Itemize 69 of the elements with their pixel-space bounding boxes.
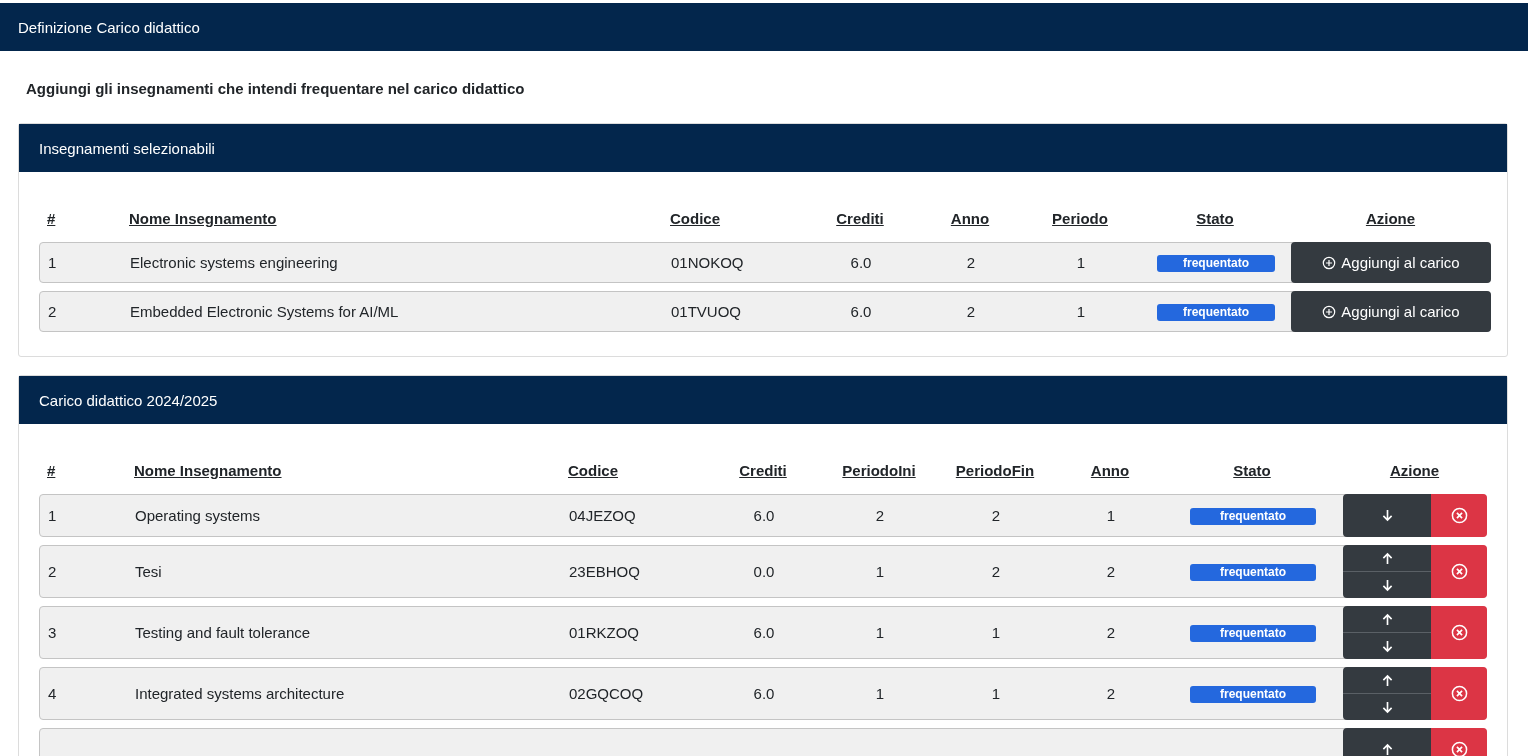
status-badge: frequentato [1157, 255, 1275, 272]
table-cell-text: 1 [1075, 303, 1087, 320]
column-header[interactable]: Stato [1140, 209, 1290, 227]
table-cell-text: 6.0 [849, 303, 873, 320]
table-cell-text: 02GQCOQ [569, 685, 645, 702]
table-cell-text: 2 [1105, 563, 1117, 580]
table-cell-text: 01RKZOQ [569, 624, 641, 641]
column-header[interactable]: Codice [670, 209, 800, 227]
page-title: Definizione Carico didattico [18, 18, 200, 36]
status-badge: frequentato [1190, 625, 1316, 642]
table-cell-text: Embedded Electronic Systems for AI/ML [130, 303, 400, 320]
table-cell-text: 2 [874, 507, 886, 524]
table-cell-text: 2 [965, 254, 977, 271]
table-cell-text: 1 [990, 685, 1002, 702]
table-cell-text: 2 [1105, 685, 1117, 702]
card-title: Carico didattico 2024/2025 [39, 391, 218, 409]
table-cell-text: 2 [1105, 624, 1117, 641]
table-cell-text: 3 [47, 624, 58, 641]
table-cell-text: 2 [965, 303, 977, 320]
column-header[interactable]: Anno [1058, 461, 1162, 479]
table-cell-text: 23EBHOQ [569, 563, 641, 580]
table-cell-text: 2 [47, 563, 58, 580]
table-cell-text: 6.0 [752, 507, 776, 524]
column-header[interactable]: Azione [1342, 461, 1487, 479]
table-cell-text: 6.0 [752, 624, 776, 641]
table-cell-text: 1 [47, 507, 58, 524]
table-cell-text: 01NOKOQ [671, 254, 745, 271]
table-cell-text: Testing and fault tolerance [135, 624, 312, 641]
table-cell-text: 1 [47, 254, 58, 271]
table-cell-text: 2 [990, 563, 1002, 580]
status-badge: frequentato [1190, 686, 1316, 703]
table-cell-text: 4 [47, 685, 58, 702]
table-cell-text: 1 [990, 624, 1002, 641]
intro-text: Aggiungi gli insegnamenti che intendi frequentare nel carico didattico [26, 79, 526, 99]
status-badge: frequentato [1190, 564, 1316, 581]
column-header[interactable]: Nome Insegnamento [134, 461, 568, 479]
table-cell-text: 0.0 [752, 563, 776, 580]
table-cell-text: 2 [990, 507, 1002, 524]
column-header[interactable]: Crediti [700, 461, 826, 479]
column-header[interactable]: Nome Insegnamento [129, 209, 670, 227]
column-header[interactable]: # [39, 461, 134, 479]
add-button[interactable]: Aggiungi al carico [1291, 242, 1491, 283]
table-cell-text: Tesi [135, 563, 163, 580]
column-header[interactable]: Stato [1162, 461, 1342, 479]
status-badge: frequentato [1157, 304, 1275, 321]
table-cell-text: Integrated systems architecture [135, 685, 346, 702]
column-header[interactable]: Anno [920, 209, 1020, 227]
card-title: Insegnamenti selezionabili [39, 139, 215, 157]
table-cell-text: 1 [874, 624, 886, 641]
column-header[interactable]: Periodo [1020, 209, 1140, 227]
column-header[interactable]: PeriodoIni [826, 461, 932, 479]
column-header[interactable]: Azione [1290, 209, 1491, 227]
table-cell-text: 04JEZOQ [569, 507, 637, 524]
column-header[interactable]: PeriodoFin [932, 461, 1058, 479]
column-header[interactable]: # [39, 209, 129, 227]
table-cell-text: 6.0 [849, 254, 873, 271]
add-button[interactable]: Aggiungi al carico [1291, 291, 1491, 332]
table-cell-text: 01TVUOQ [671, 303, 743, 320]
column-header[interactable]: Crediti [800, 209, 920, 227]
table-cell-text: 1 [874, 563, 886, 580]
table-cell-text: 6.0 [752, 685, 776, 702]
table-cell-text: 1 [874, 685, 886, 702]
table-cell-text: 1 [1105, 507, 1117, 524]
table-cell-text: 1 [1075, 254, 1087, 271]
table-cell-text: Operating systems [135, 507, 262, 524]
column-header[interactable]: Codice [568, 461, 700, 479]
status-badge: frequentato [1190, 508, 1316, 525]
table-cell-text: 2 [47, 303, 58, 320]
table-cell-text: Electronic systems engineering [130, 254, 339, 271]
